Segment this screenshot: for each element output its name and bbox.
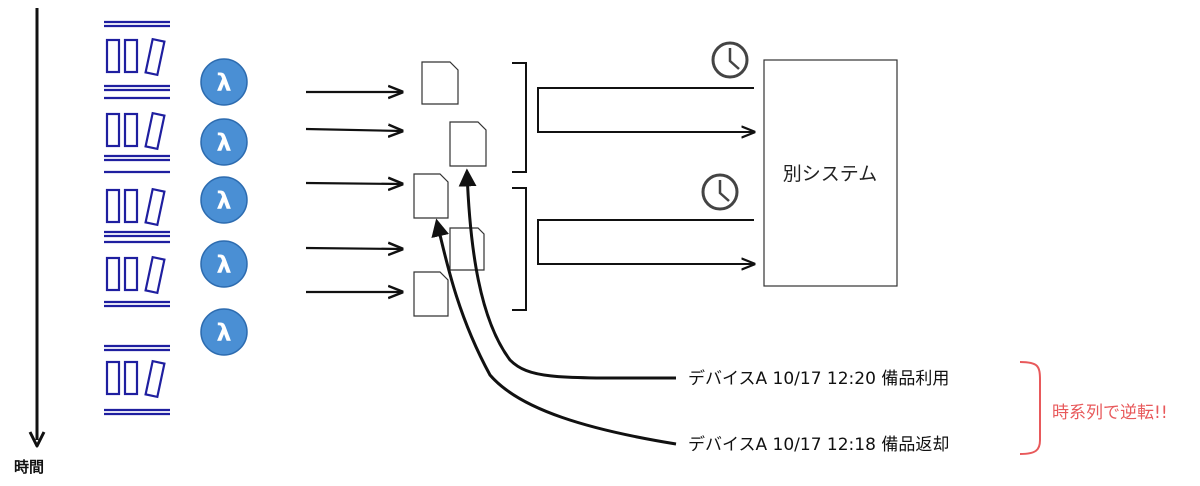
curved-arrow bbox=[458, 168, 677, 380]
queue-stack bbox=[104, 20, 170, 416]
lambda-output-arrows bbox=[305, 92, 402, 292]
time-axis-label: 時間 bbox=[14, 458, 44, 476]
lambda-icon: λ bbox=[200, 240, 248, 288]
queue-block bbox=[104, 96, 170, 162]
lambda-icon: λ bbox=[200, 308, 248, 356]
diagram-canvas: 時間 λ λ λ λ λ 別システム デバイスA 10/17 12:20 備品利… bbox=[0, 0, 1200, 486]
arrow bbox=[305, 129, 402, 131]
document-icon bbox=[413, 173, 449, 219]
reversal-note: 時系列で逆転!! bbox=[1052, 403, 1168, 423]
document-icon bbox=[413, 271, 449, 317]
queue-block bbox=[104, 344, 170, 416]
annotation-later-event: デバイスA 10/17 12:20 備品利用 bbox=[688, 368, 949, 389]
clock-icon bbox=[701, 173, 739, 211]
document-icon bbox=[449, 121, 487, 167]
reversal-bracket bbox=[1019, 361, 1041, 455]
diagram-svg: 時間 λ λ λ λ λ 別システム デバイスA 10/17 12:20 備品利… bbox=[14, 8, 1168, 476]
queue-block bbox=[104, 240, 170, 308]
lambda-glyph: λ bbox=[216, 187, 231, 215]
document-icon bbox=[421, 61, 459, 105]
batch-arrow bbox=[537, 219, 754, 264]
lambda-glyph: λ bbox=[216, 129, 231, 157]
bracket bbox=[512, 187, 527, 311]
queue-block bbox=[104, 170, 170, 238]
batch-brackets bbox=[512, 62, 527, 311]
document-icon bbox=[449, 227, 485, 271]
lambda-icon: λ bbox=[200, 118, 248, 166]
lambda-glyph: λ bbox=[216, 69, 231, 97]
clock-icon bbox=[711, 41, 749, 79]
annotation-arrows bbox=[431, 168, 677, 446]
annotation-earlier-event: デバイスA 10/17 12:18 備品返却 bbox=[688, 434, 949, 455]
other-system-label: 別システム bbox=[783, 163, 877, 185]
lambda-icon: λ bbox=[200, 176, 248, 224]
arrow bbox=[305, 183, 402, 184]
lambda-glyph: λ bbox=[216, 251, 231, 279]
arrow bbox=[305, 248, 402, 249]
batch-arrow bbox=[537, 87, 754, 132]
queue-block bbox=[104, 20, 170, 92]
lambda-glyph: λ bbox=[216, 319, 231, 347]
lambda-icon: λ bbox=[200, 58, 248, 106]
bracket bbox=[512, 62, 527, 173]
